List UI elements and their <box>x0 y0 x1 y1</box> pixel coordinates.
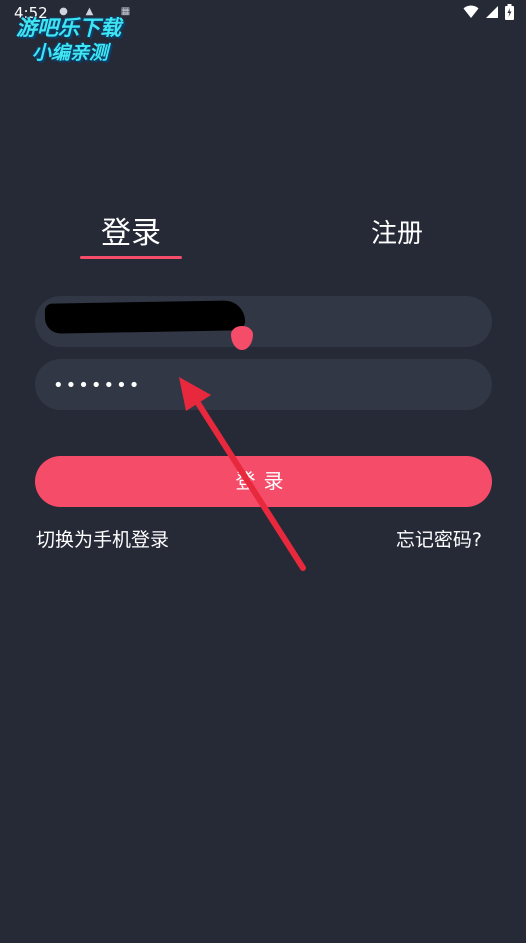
redaction-mark <box>44 300 246 334</box>
password-field[interactable] <box>35 359 492 412</box>
switch-to-phone-login-link[interactable]: 切换为手机登录 <box>36 526 169 554</box>
watermark-logo: 游吧乐下载 小编亲测 <box>10 10 150 66</box>
tab-login[interactable]: 登录 <box>80 212 182 256</box>
text-selection-handle[interactable] <box>231 326 253 350</box>
tab-register[interactable]: 注册 <box>348 212 446 256</box>
battery-icon <box>505 4 514 20</box>
signal-icon <box>486 6 498 18</box>
wifi-icon <box>463 5 479 18</box>
watermark-line2: 小编亲测 <box>32 42 109 64</box>
forgot-password-link[interactable]: 忘记密码? <box>396 526 482 554</box>
login-button[interactable]: 登录 <box>35 456 492 507</box>
account-field[interactable] <box>35 296 492 350</box>
password-input[interactable] <box>51 359 475 412</box>
tab-active-indicator <box>80 256 182 259</box>
status-icons <box>463 4 514 20</box>
